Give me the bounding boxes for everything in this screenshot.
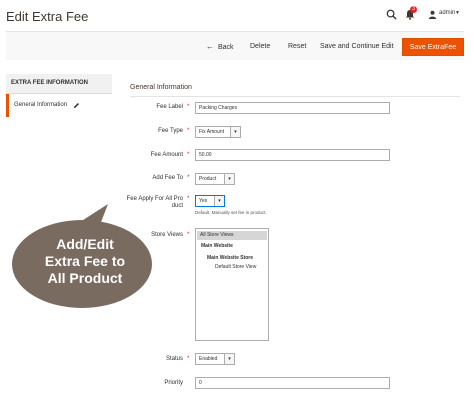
section-title: General Information [130, 84, 192, 91]
callout-line: Add/Edit [56, 236, 114, 252]
callout-line: Extra Fee to [44, 253, 126, 269]
required-mark: * [187, 104, 190, 110]
sidebar-item-label: General Information [14, 102, 68, 108]
required-mark: * [187, 232, 190, 238]
fee-apply-all-select[interactable]: Yes ▾ [195, 195, 225, 207]
store-views-multiselect[interactable]: All Store Views Main Website Main Websit… [195, 228, 269, 341]
store-view-option[interactable]: All Store Views [197, 231, 267, 240]
priority-input[interactable]: 0 [195, 377, 390, 389]
back-button[interactable]: ← Back [206, 32, 234, 61]
add-fee-to-select[interactable]: Product ▾ [195, 173, 235, 185]
action-bar: ← Back Delete Reset Save and Continue Edi… [6, 31, 464, 60]
add-fee-to-value: Product [199, 176, 217, 182]
required-mark: * [187, 175, 190, 181]
fee-apply-all-hint: Default, Manually set fee in product. [195, 210, 267, 215]
fee-apply-all-value: Yes [199, 198, 208, 204]
status-label: Status [165, 356, 183, 362]
fee-amount-input[interactable]: 50.00 [195, 149, 390, 161]
priority-label: Priority [164, 380, 183, 386]
required-mark: * [187, 152, 190, 158]
fee-type-select[interactable]: Fix Amount ▾ [195, 126, 241, 138]
arrow-left-icon: ← [206, 42, 214, 51]
chevron-down-icon: ▾ [224, 354, 234, 364]
back-label: Back [218, 44, 234, 51]
fee-amount-label: Fee Amount [150, 152, 183, 158]
store-view-option[interactable]: Default Store View [215, 264, 256, 270]
required-mark: * [187, 196, 190, 202]
status-select[interactable]: Enabled ▾ [195, 353, 235, 365]
fee-type-value: Fix Amount [199, 129, 225, 135]
chevron-down-icon[interactable]: ▼ [455, 10, 460, 16]
callout-text: Add/Edit Extra Fee to All Product [30, 236, 140, 287]
add-fee-to-label: Add Fee To [152, 175, 183, 181]
pencil-icon [73, 102, 80, 109]
chevron-down-icon: ▾ [224, 174, 234, 184]
save-button[interactable]: Save ExtraFee [402, 38, 464, 56]
status-value: Enabled [199, 356, 218, 362]
fee-type-label: Fee Type [158, 128, 183, 134]
sidebar-heading: EXTRA FEE INFORMATION [6, 74, 112, 94]
required-mark: * [187, 128, 190, 134]
reset-button[interactable]: Reset [288, 32, 306, 61]
callout-line: All Product [47, 270, 123, 286]
section-divider [130, 96, 460, 97]
store-view-option: Main Website [201, 243, 233, 249]
required-mark: * [187, 356, 190, 362]
fee-label-label: Fee Label [156, 104, 183, 110]
store-view-option: Main Website Store [207, 255, 254, 261]
search-icon[interactable] [386, 9, 397, 20]
user-name[interactable]: admin [439, 10, 455, 16]
page-title: Edit Extra Fee [6, 9, 89, 24]
delete-button[interactable]: Delete [250, 32, 270, 61]
notification-badge: 3 [410, 6, 417, 13]
user-icon[interactable] [428, 10, 437, 19]
chevron-down-icon: ▾ [230, 127, 240, 137]
fee-label-input[interactable]: Packing Charges [195, 102, 390, 114]
save-continue-button[interactable]: Save and Continue Edit [320, 32, 394, 61]
chevron-down-icon: ▾ [214, 196, 224, 206]
sidebar-item-general-information[interactable]: General Information [6, 94, 112, 117]
